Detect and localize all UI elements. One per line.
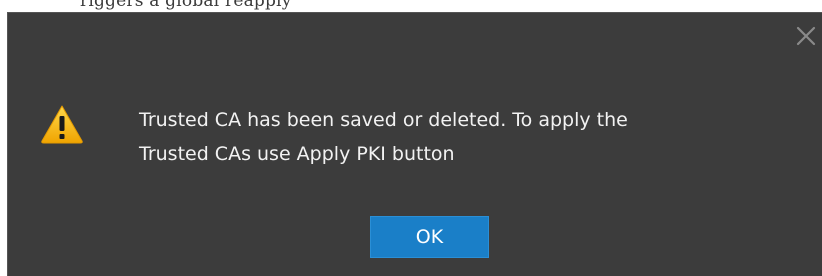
alert-dialog: Trusted CA has been saved or deleted. To…	[7, 12, 822, 276]
warning-icon	[40, 104, 84, 144]
dialog-message: Trusted CA has been saved or deleted. To…	[139, 103, 779, 171]
page: riggers a global reapply Trusted CA has …	[0, 0, 822, 276]
message-line-1: Trusted CA has been saved or deleted. To…	[139, 109, 628, 131]
ok-button[interactable]: OK	[370, 216, 489, 258]
close-icon[interactable]	[792, 22, 820, 50]
message-line-2: Trusted CAs use Apply PKI button	[139, 143, 455, 165]
background-page-text: riggers a global reapply	[80, 0, 292, 11]
